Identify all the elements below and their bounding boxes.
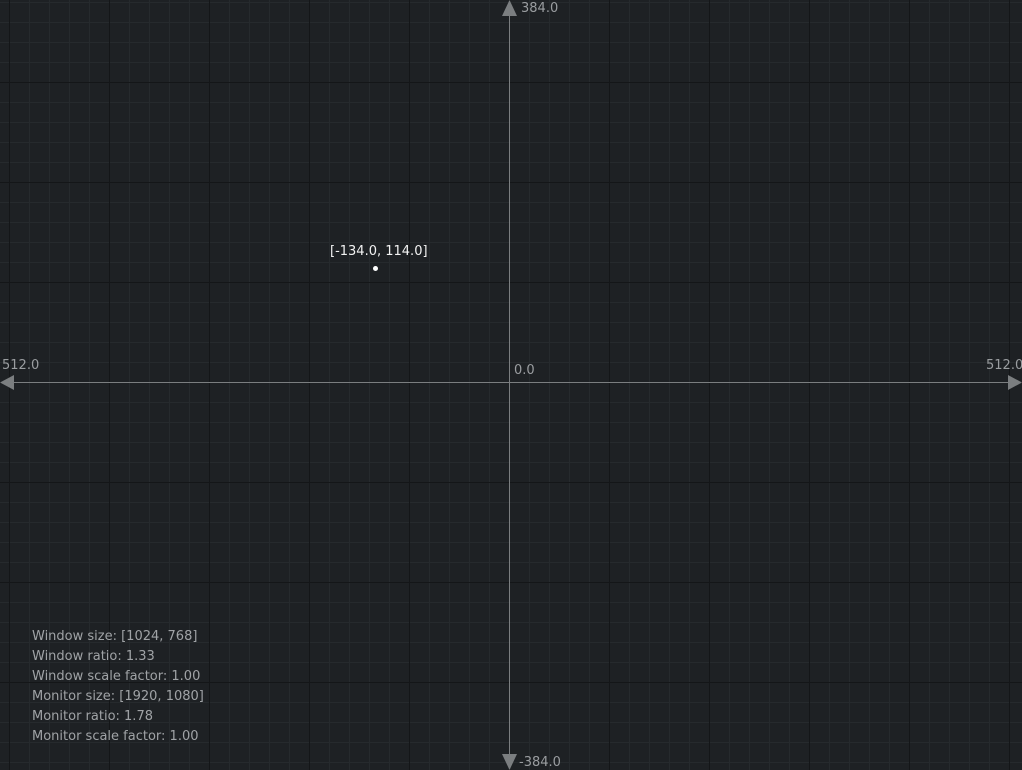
- x-axis-max-label: 512.0: [986, 358, 1022, 373]
- x-axis-min-label: 512.0: [2, 358, 40, 373]
- x-axis-right-arrow-icon: [1008, 375, 1022, 390]
- monitor-scale-text: Monitor scale factor: 1.00: [32, 729, 199, 744]
- cursor-point: [373, 266, 378, 271]
- y-axis-max-label: 384.0: [521, 1, 559, 16]
- monitor-size-text: Monitor size: [1920, 1080]: [32, 689, 204, 704]
- window-ratio-text: Window ratio: 1.33: [32, 649, 155, 664]
- origin-label: 0.0: [514, 363, 535, 378]
- cursor-coordinate-label: [-134.0, 114.0]: [330, 244, 428, 259]
- window-size-text: Window size: [1024, 768]: [32, 629, 198, 644]
- y-axis-min-label: -384.0: [519, 755, 561, 770]
- monitor-ratio-text: Monitor ratio: 1.78: [32, 709, 153, 724]
- x-axis-left-arrow-icon: [0, 375, 14, 390]
- window-scale-text: Window scale factor: 1.00: [32, 669, 201, 684]
- info-panel: Window size: [1024, 768] Window ratio: 1…: [32, 627, 204, 747]
